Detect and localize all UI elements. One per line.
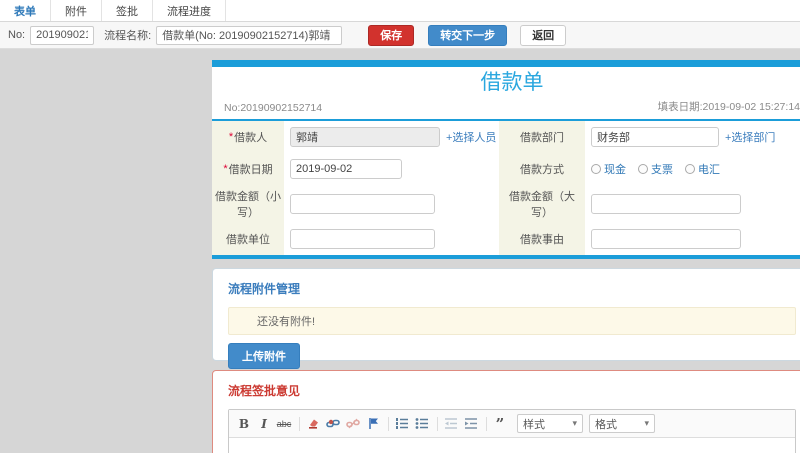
indent-icon[interactable] — [462, 415, 480, 432]
loan-form-card: 借款单 No:20190902152714 填表日期:2019-09-02 15… — [212, 60, 800, 259]
loan-reason-label-text: 借款事由 — [520, 234, 564, 246]
select-person-link[interactable]: +选择人员 — [446, 129, 496, 145]
radio-wire[interactable]: 电汇 — [685, 161, 720, 177]
bold-icon[interactable]: B — [235, 415, 253, 432]
loan-unit-label: 借款单位 — [212, 223, 284, 255]
loan-date-input[interactable] — [290, 159, 402, 179]
select-department-link[interactable]: +选择部门 — [725, 129, 775, 145]
department-input[interactable] — [591, 127, 719, 147]
attachment-section: 流程附件管理 还没有附件! 上传附件 — [212, 268, 800, 369]
italic-icon[interactable]: I — [255, 415, 273, 432]
amount-upper-label: 借款金额（大写） — [499, 185, 585, 223]
link-icon[interactable] — [324, 415, 342, 432]
forward-next-step-button[interactable]: 转交下一步 — [428, 24, 508, 46]
amount-lower-label-text: 借款金额（小写） — [215, 191, 281, 219]
toolbar: No: 流程名称: 保存 转交下一步 返回 — [0, 22, 800, 49]
loan-reason-label: 借款事由 — [499, 223, 585, 255]
flow-name-input[interactable] — [156, 25, 343, 45]
card-bottom-accent-bar — [212, 255, 800, 259]
loan-reason-cell — [585, 223, 800, 255]
format-dropdown[interactable]: 格式 ▾ — [589, 414, 655, 433]
signoff-heading: 流程签批意见 — [228, 384, 301, 398]
tab-progress[interactable]: 流程进度 — [153, 0, 226, 21]
toolbar-separator — [486, 416, 487, 431]
borrower-label-text: 借款人 — [234, 132, 268, 144]
loan-date-label-text: 借款日期 — [228, 164, 273, 176]
unlink-icon[interactable] — [344, 415, 362, 432]
loan-method-cell: 现金 支票 电汇 — [585, 153, 800, 185]
tab-form[interactable]: 表单 — [0, 0, 51, 21]
amount-upper-label-text: 借款金额（大写） — [509, 191, 575, 219]
form-number: No:20190902152714 — [224, 102, 323, 114]
no-input[interactable] — [30, 25, 95, 45]
form-meta-row: No:20190902152714 填表日期:2019-09-02 15:27:… — [212, 95, 800, 121]
page: 表单 附件 签批 流程进度 No: 流程名称: 保存 转交下一步 返回 借款单 … — [0, 0, 800, 453]
loan-date-label: * 借款日期 — [212, 153, 284, 185]
department-cell: +选择部门 — [585, 121, 800, 153]
strikethrough-icon[interactable]: abc — [275, 415, 293, 432]
required-mark: * — [228, 131, 234, 143]
upload-attachment-button[interactable]: 上传附件 — [228, 343, 300, 369]
editor-toolbar: B I abc ” 样式 ▾ 格式 ▾ — [229, 410, 795, 438]
loan-unit-cell — [284, 223, 499, 255]
amount-lower-cell — [284, 185, 499, 223]
no-label: No: — [8, 29, 26, 41]
form-title: 借款单 — [480, 71, 544, 94]
anchor-flag-icon[interactable] — [364, 415, 382, 432]
loan-date-cell — [284, 153, 499, 185]
attachment-heading: 流程附件管理 — [228, 282, 301, 296]
loan-reason-input[interactable] — [591, 229, 741, 249]
radio-cash-label: 现金 — [604, 164, 626, 176]
format-dropdown-label: 格式 — [595, 418, 617, 431]
form-fill-date: 填表日期:2019-09-02 15:27:14 — [657, 101, 800, 113]
loan-unit-input[interactable] — [290, 229, 435, 249]
radio-cheque[interactable]: 支票 — [638, 161, 673, 177]
bulleted-list-icon[interactable] — [413, 415, 431, 432]
chevron-down-icon: ▾ — [572, 418, 577, 428]
signoff-section: 流程签批意见 B I abc ” 样式 ▾ 格式 ▾ — [212, 370, 800, 453]
tab-attachments[interactable]: 附件 — [51, 0, 102, 21]
borrower-input[interactable] — [290, 127, 440, 147]
radio-cheque-label: 支票 — [651, 164, 673, 176]
amount-upper-cell — [585, 185, 800, 223]
styles-dropdown-label: 样式 — [523, 418, 545, 431]
chevron-down-icon: ▾ — [644, 418, 649, 428]
amount-lower-label: 借款金额（小写） — [212, 185, 284, 223]
back-button[interactable]: 返回 — [520, 24, 567, 46]
remove-format-icon[interactable] — [304, 415, 322, 432]
radio-icon — [638, 164, 648, 174]
editor-content-area[interactable] — [229, 438, 795, 453]
toolbar-separator — [388, 416, 389, 431]
toolbar-separator — [299, 416, 300, 431]
flow-name-label: 流程名称: — [104, 30, 152, 42]
loan-method-label-text: 借款方式 — [520, 164, 564, 176]
amount-upper-input[interactable] — [591, 194, 741, 214]
radio-icon — [591, 164, 601, 174]
card-top-accent-bar — [212, 60, 800, 67]
toolbar-separator — [437, 416, 438, 431]
save-button[interactable]: 保存 — [368, 24, 415, 46]
rich-text-editor: B I abc ” 样式 ▾ 格式 ▾ — [228, 409, 796, 453]
department-label: 借款部门 — [499, 121, 585, 153]
no-attachment-notice: 还没有附件! — [228, 307, 796, 335]
amount-lower-input[interactable] — [290, 194, 435, 214]
radio-cash[interactable]: 现金 — [591, 161, 626, 177]
loan-unit-label-text: 借款单位 — [226, 234, 270, 246]
tab-bar: 表单 附件 签批 流程进度 — [0, 0, 800, 22]
form-fields-grid: * 借款人 +选择人员 借款部门 +选择部门 * 借款日期 — [212, 121, 800, 255]
department-label-text: 借款部门 — [520, 132, 564, 144]
radio-icon — [685, 164, 695, 174]
numbered-list-icon[interactable] — [393, 415, 411, 432]
borrower-label: * 借款人 — [212, 121, 284, 153]
styles-dropdown[interactable]: 样式 ▾ — [517, 414, 583, 433]
blockquote-icon[interactable]: ” — [491, 415, 509, 432]
tab-signoff[interactable]: 签批 — [102, 0, 153, 21]
borrower-cell: +选择人员 — [284, 121, 499, 153]
radio-wire-label: 电汇 — [698, 164, 720, 176]
loan-method-label: 借款方式 — [499, 153, 585, 185]
outdent-icon[interactable] — [442, 415, 460, 432]
required-mark: * — [223, 163, 228, 175]
